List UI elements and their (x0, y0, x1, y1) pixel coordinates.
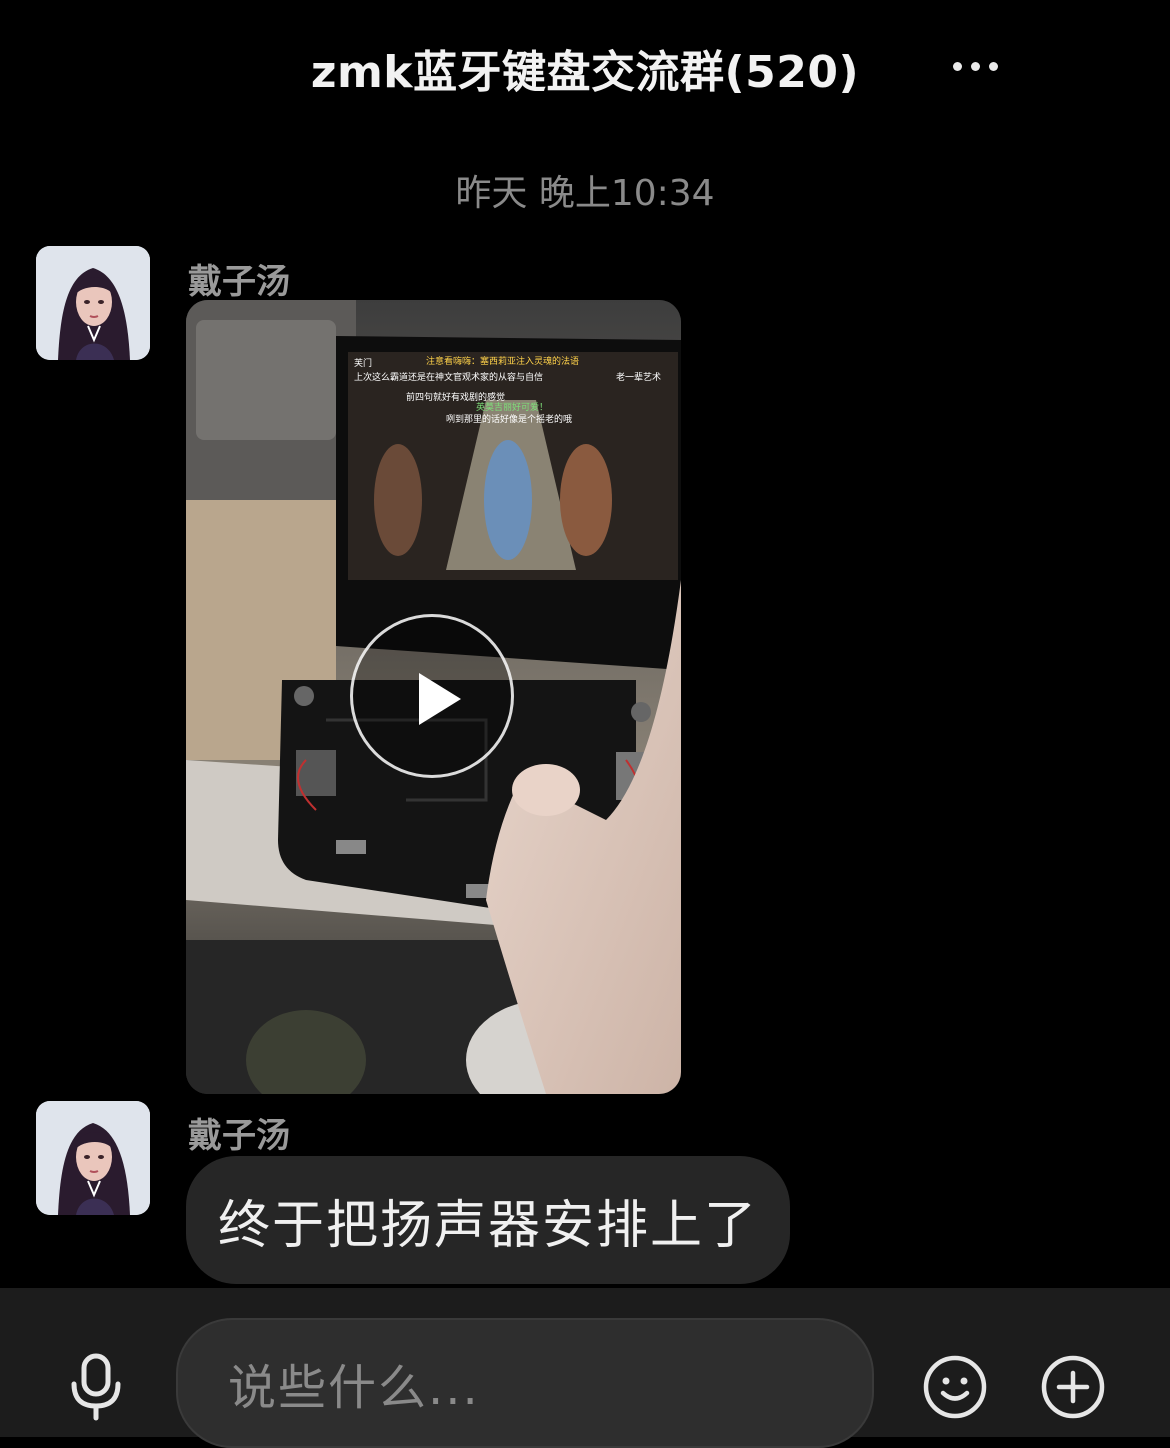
video-overlay-text: 咧到那里的话好像是个摇老的哦 (446, 413, 572, 425)
play-button[interactable] (350, 614, 514, 778)
more-dots-icon (988, 61, 998, 71)
video-overlay-text: 注意看嗨嗨：塞西莉亚注入灵魂的法语 (426, 355, 579, 367)
avatar[interactable] (36, 246, 150, 360)
video-message-thumbnail[interactable]: 芙门 注意看嗨嗨：塞西莉亚注入灵魂的法语 上次这么霸道还是在神文官观术家的从容与… (186, 300, 681, 1094)
avatar-image (36, 246, 150, 360)
more-actions-button[interactable] (1040, 1354, 1106, 1420)
message-text-content: 终于把扬声器安排上了 (218, 1195, 759, 1256)
avatar-image (36, 1101, 150, 1215)
chat-input-bar: 说些什么... (0, 1288, 1170, 1448)
emoji-button[interactable] (922, 1354, 988, 1420)
avatar[interactable] (36, 1101, 150, 1215)
more-dots-icon (970, 61, 980, 71)
message-input[interactable]: 说些什么... (176, 1318, 874, 1448)
sender-name: 戴子汤 (188, 1116, 290, 1156)
video-overlay-text: 前四句就好有戏剧的感觉 (406, 391, 505, 403)
chat-header: zmk蓝牙键盘交流群(520) (0, 0, 1170, 140)
more-dots-icon (952, 61, 962, 71)
message-timestamp: 昨天 晚上10:34 (455, 173, 715, 214)
sender-name: 戴子汤 (188, 262, 290, 302)
message-input-placeholder: 说些什么... (228, 1360, 480, 1416)
video-overlay-text: 老一辈艺术 (616, 371, 661, 383)
emoji-smile-icon (923, 1355, 987, 1419)
message-bubble[interactable]: 终于把扬声器安排上了 (186, 1156, 791, 1284)
more-options-button[interactable] (940, 40, 1010, 92)
play-icon (419, 673, 461, 725)
voice-input-button[interactable] (60, 1350, 132, 1422)
video-overlay-text: 芙门 (354, 357, 372, 369)
plus-circle-icon (1041, 1355, 1105, 1419)
video-overlay-text: 上次这么霸道还是在神文官观术家的从容与自信 (354, 371, 543, 383)
microphone-icon (71, 1353, 121, 1421)
video-overlay-text: 英莫吉丽好可爱！ (476, 401, 548, 413)
